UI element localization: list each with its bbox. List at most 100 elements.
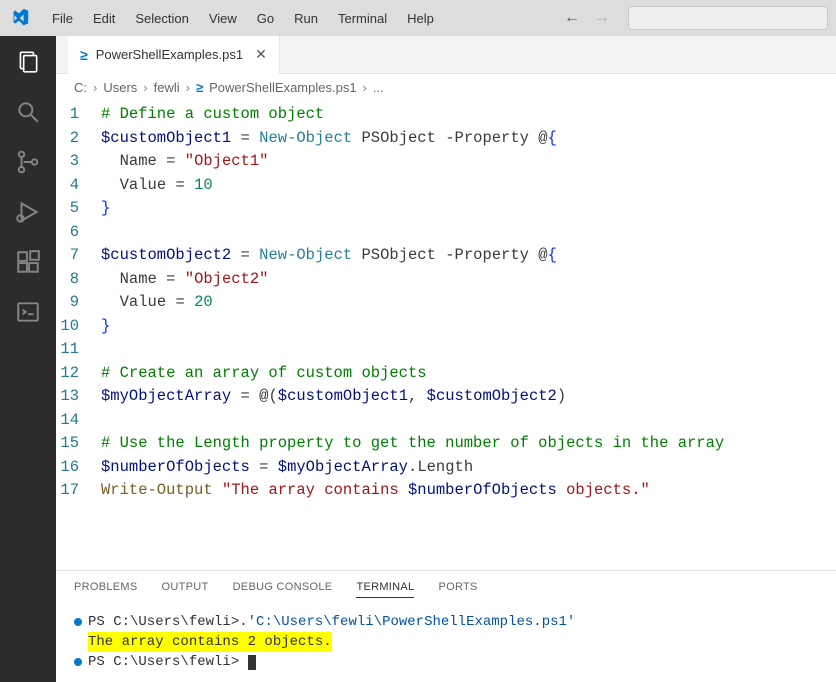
line-number: 9 — [56, 291, 101, 315]
nav-back-icon[interactable]: ← — [564, 9, 580, 27]
line-number: 15 — [56, 432, 101, 456]
code-content[interactable] — [101, 221, 110, 245]
code-content[interactable]: $customObject1 = New-Object PSObject -Pr… — [101, 127, 557, 151]
close-icon[interactable]: ✕ — [255, 46, 267, 63]
terminal-highlight: The array contains 2 objects. — [88, 632, 332, 652]
code-line[interactable]: 13$myObjectArray = @($customObject1, $cu… — [56, 385, 836, 409]
code-line[interactable]: 16$numberOfObjects = $myObjectArray.Leng… — [56, 456, 836, 480]
code-line[interactable]: 17Write-Output "The array contains $numb… — [56, 479, 836, 503]
code-line[interactable]: 2$customObject1 = New-Object PSObject -P… — [56, 127, 836, 151]
terminal-line: The array contains 2 objects. — [74, 632, 818, 652]
line-number: 1 — [56, 103, 101, 127]
prompt-indicator-icon — [74, 658, 82, 666]
terminal-path: 'C:\Users\fewli\PowerShellExamples.ps1' — [248, 612, 576, 632]
code-line[interactable]: 10} — [56, 315, 836, 339]
code-content[interactable]: # Use the Length property to get the num… — [101, 432, 724, 456]
code-content[interactable]: Value = 20 — [101, 291, 213, 315]
code-content[interactable]: } — [101, 315, 110, 339]
code-content[interactable]: } — [101, 197, 110, 221]
extensions-icon[interactable] — [14, 248, 42, 276]
menu-edit[interactable]: Edit — [83, 7, 125, 30]
terminal-pane-icon[interactable] — [14, 298, 42, 326]
code-content[interactable]: Name = "Object1" — [101, 150, 268, 174]
breadcrumbs[interactable]: C:› Users› fewli› ≥ PowerShellExamples.p… — [56, 74, 836, 101]
code-content[interactable]: # Create an array of custom objects — [101, 362, 427, 386]
nav-forward-icon[interactable]: → — [594, 9, 610, 27]
line-number: 11 — [56, 338, 101, 362]
menu-file[interactable]: File — [42, 7, 83, 30]
menu-bar: FileEditSelectionViewGoRunTerminalHelp — [42, 11, 444, 26]
line-number: 10 — [56, 315, 101, 339]
panel-tab-output[interactable]: OUTPUT — [162, 581, 209, 598]
code-line[interactable]: 11 — [56, 338, 836, 362]
nav-arrows: ← → — [564, 9, 610, 27]
panel: PROBLEMS OUTPUT DEBUG CONSOLE TERMINAL PORTS… — [56, 570, 836, 682]
terminal-dot: . — [239, 612, 247, 632]
crumb[interactable]: fewli — [154, 80, 180, 95]
code-line[interactable]: 15# Use the Length property to get the n… — [56, 432, 836, 456]
search-icon[interactable] — [14, 98, 42, 126]
line-number: 3 — [56, 150, 101, 174]
line-number: 17 — [56, 479, 101, 503]
code-content[interactable]: Name = "Object2" — [101, 268, 268, 292]
line-number: 4 — [56, 174, 101, 198]
command-center-search[interactable] — [628, 6, 828, 30]
panel-tabs: PROBLEMS OUTPUT DEBUG CONSOLE TERMINAL PORTS — [56, 571, 836, 608]
line-number: 2 — [56, 127, 101, 151]
panel-tab-ports[interactable]: PORTS — [438, 581, 477, 598]
menu-help[interactable]: Help — [397, 7, 444, 30]
prompt-indicator-icon — [74, 618, 82, 626]
menu-terminal[interactable]: Terminal — [328, 7, 397, 30]
terminal-line: PS C:\Users\fewli> — [74, 652, 818, 672]
menu-view[interactable]: View — [199, 7, 247, 30]
terminal-prompt: PS C:\Users\fewli> — [88, 652, 239, 672]
terminal-line: PS C:\Users\fewli> . 'C:\Users\fewli\Pow… — [74, 612, 818, 632]
line-number: 14 — [56, 409, 101, 433]
code-line[interactable]: 9 Value = 20 — [56, 291, 836, 315]
code-content[interactable] — [101, 409, 110, 433]
source-control-icon[interactable] — [14, 148, 42, 176]
menu-selection[interactable]: Selection — [125, 7, 198, 30]
code-content[interactable]: Value = 10 — [101, 174, 213, 198]
code-line[interactable]: 5} — [56, 197, 836, 221]
powershell-file-icon: ≥ — [196, 80, 203, 95]
panel-tab-debug-console[interactable]: DEBUG CONSOLE — [233, 581, 333, 598]
run-debug-icon[interactable] — [14, 198, 42, 226]
panel-tab-problems[interactable]: PROBLEMS — [74, 581, 138, 598]
code-line[interactable]: 12# Create an array of custom objects — [56, 362, 836, 386]
code-line[interactable]: 6 — [56, 221, 836, 245]
code-line[interactable]: 7$customObject2 = New-Object PSObject -P… — [56, 244, 836, 268]
code-content[interactable]: $numberOfObjects = $myObjectArray.Length — [101, 456, 473, 480]
line-number: 6 — [56, 221, 101, 245]
code-editor[interactable]: 1# Define a custom object2$customObject1… — [56, 101, 836, 570]
code-line[interactable]: 14 — [56, 409, 836, 433]
code-line[interactable]: 4 Value = 10 — [56, 174, 836, 198]
line-number: 13 — [56, 385, 101, 409]
line-number: 7 — [56, 244, 101, 268]
crumb[interactable]: Users — [103, 80, 137, 95]
crumb-trail[interactable]: ... — [373, 80, 384, 95]
menu-go[interactable]: Go — [247, 7, 284, 30]
code-content[interactable]: $myObjectArray = @($customObject1, $cust… — [101, 385, 566, 409]
powershell-file-icon: ≥ — [80, 47, 88, 63]
code-content[interactable]: Write-Output "The array contains $number… — [101, 479, 650, 503]
crumb[interactable]: C: — [74, 80, 87, 95]
tab-powershellexamples[interactable]: ≥ PowerShellExamples.ps1 ✕ — [68, 36, 280, 74]
code-line[interactable]: 1# Define a custom object — [56, 103, 836, 127]
code-line[interactable]: 3 Name = "Object1" — [56, 150, 836, 174]
terminal-output[interactable]: PS C:\Users\fewli> . 'C:\Users\fewli\Pow… — [56, 608, 836, 682]
code-content[interactable]: # Define a custom object — [101, 103, 324, 127]
cursor-icon — [248, 655, 256, 670]
titlebar: FileEditSelectionViewGoRunTerminalHelp ←… — [0, 0, 836, 36]
code-line[interactable]: 8 Name = "Object2" — [56, 268, 836, 292]
menu-run[interactable]: Run — [284, 7, 328, 30]
explorer-icon[interactable] — [14, 48, 42, 76]
crumb-file[interactable]: PowerShellExamples.ps1 — [209, 80, 356, 95]
code-content[interactable]: $customObject2 = New-Object PSObject -Pr… — [101, 244, 557, 268]
panel-tab-terminal[interactable]: TERMINAL — [356, 581, 414, 598]
code-content[interactable] — [101, 338, 110, 362]
line-number: 16 — [56, 456, 101, 480]
line-number: 12 — [56, 362, 101, 386]
line-number: 8 — [56, 268, 101, 292]
editor-tabs: ≥ PowerShellExamples.ps1 ✕ — [56, 36, 836, 74]
